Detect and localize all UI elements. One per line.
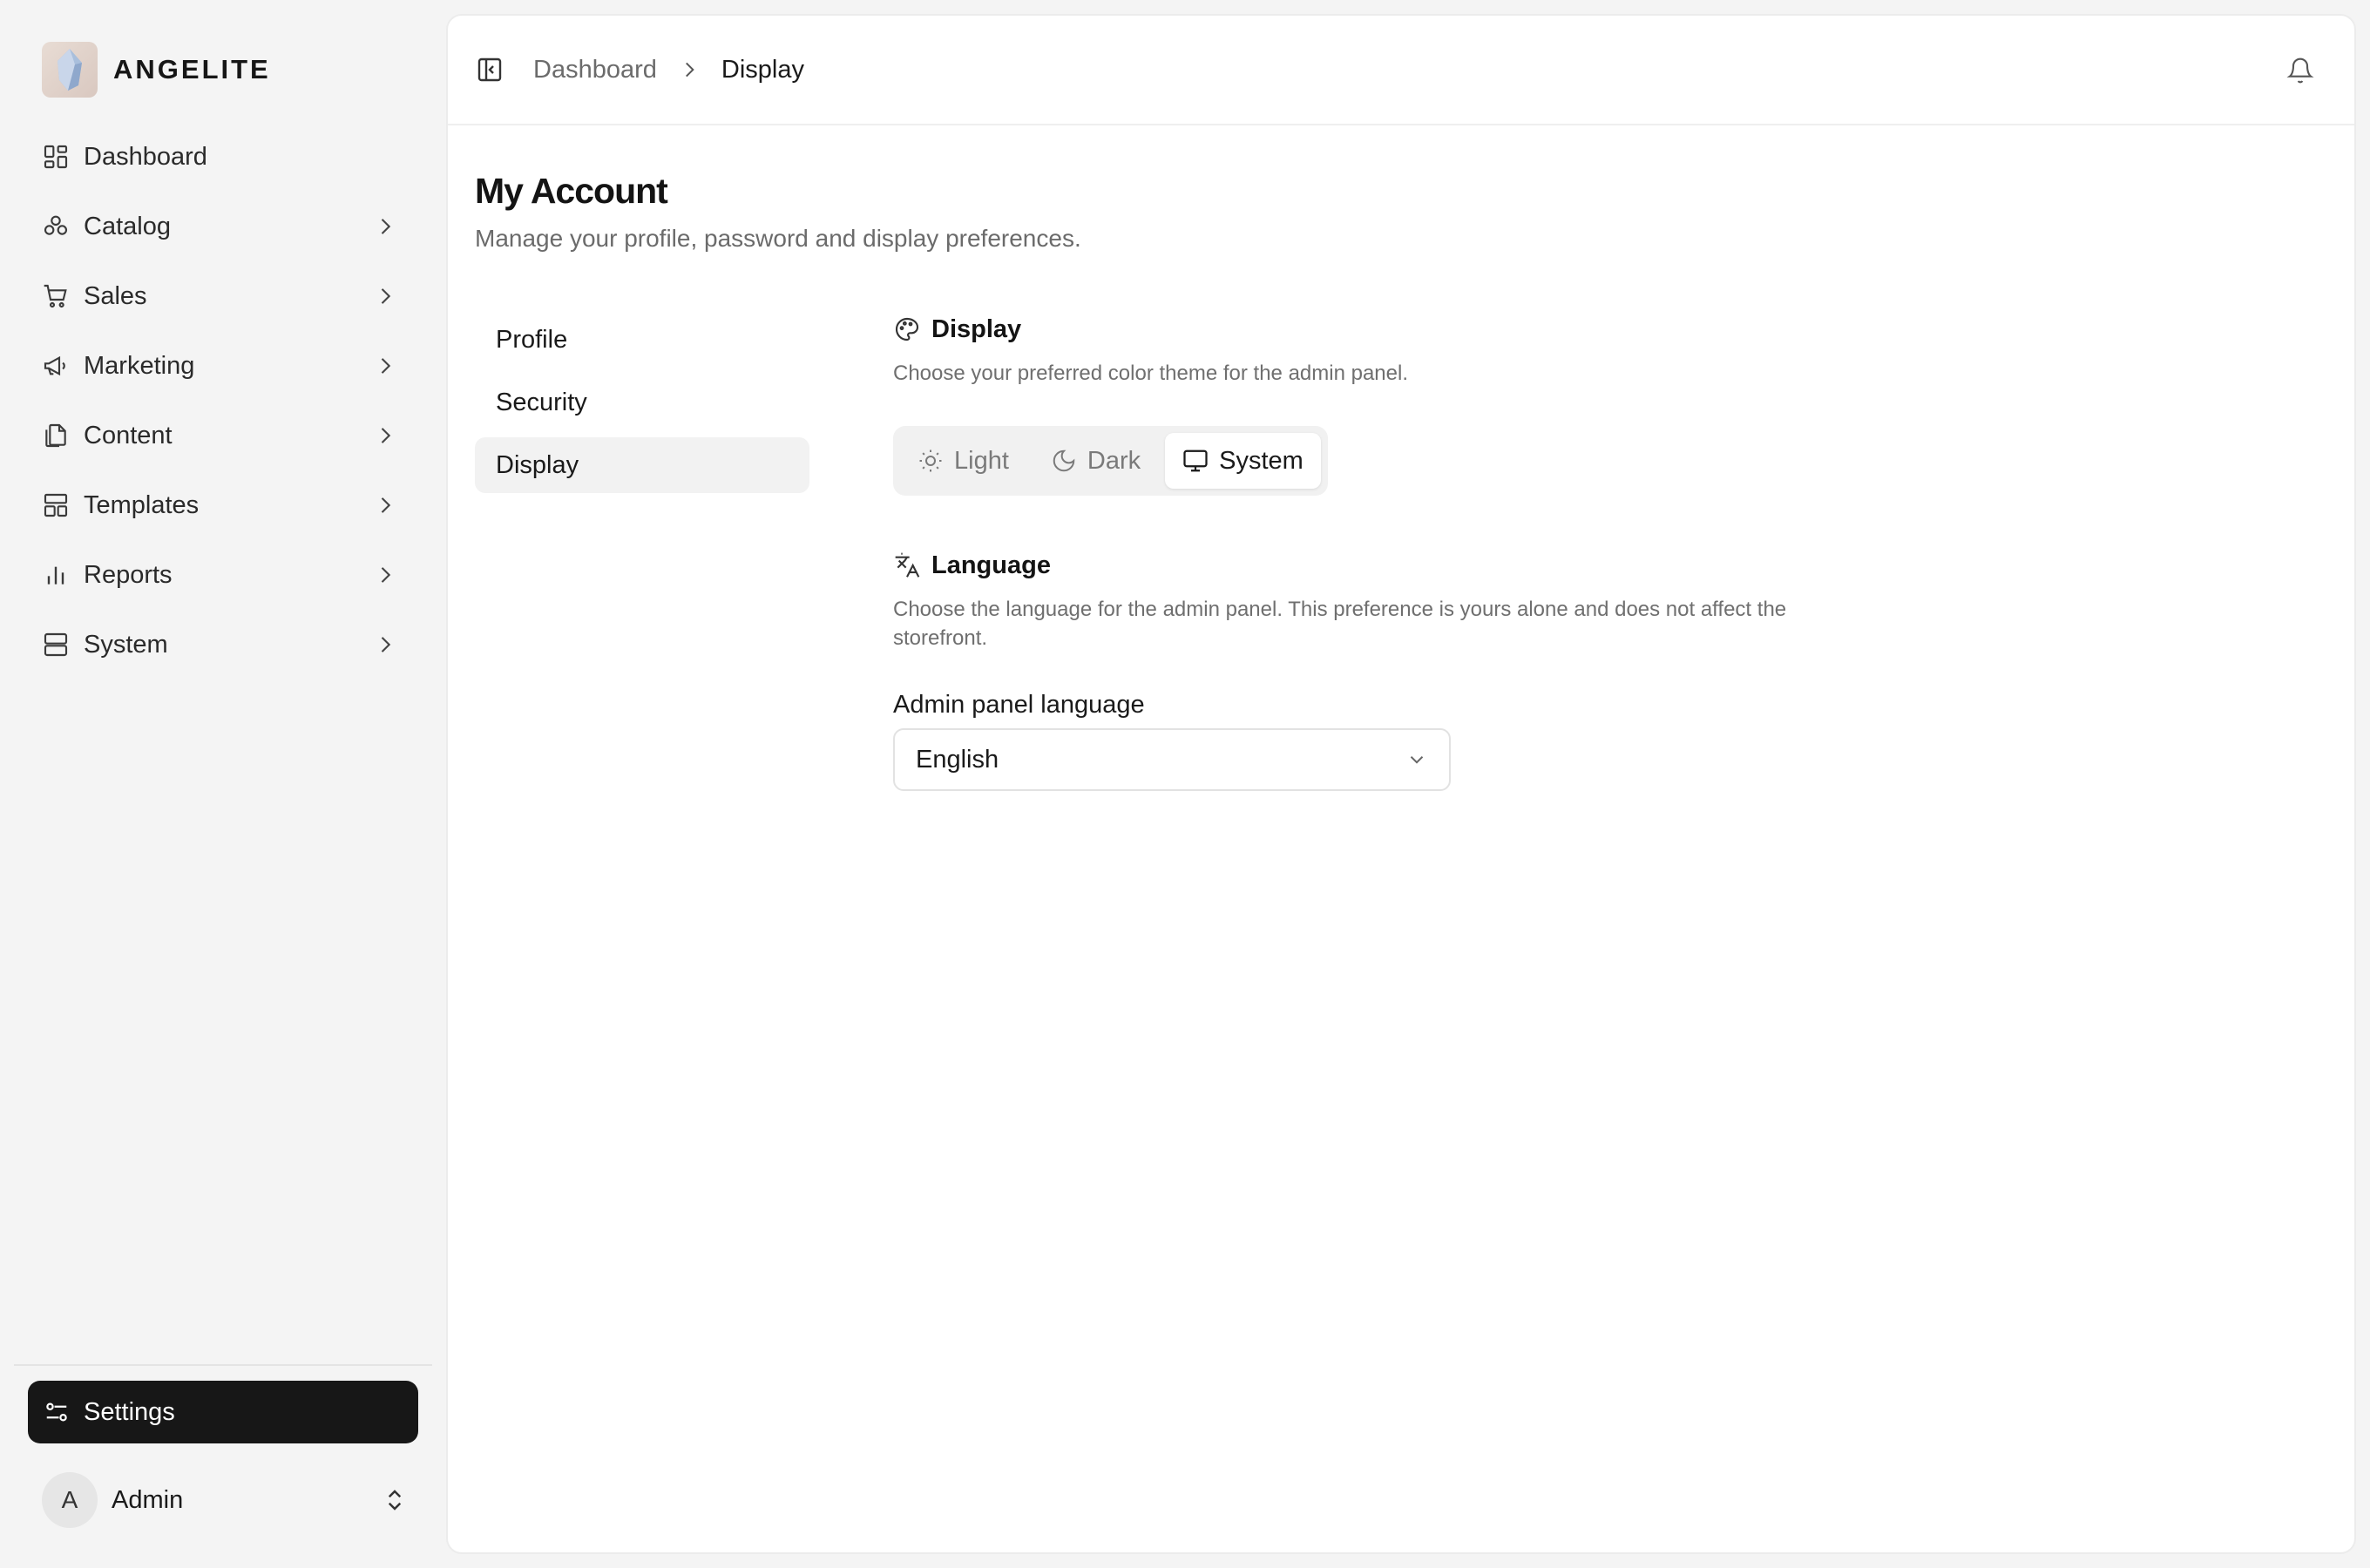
account-subnav: Profile Security Display bbox=[475, 312, 809, 500]
language-section-description: Choose the language for the admin panel.… bbox=[893, 598, 1787, 650]
translate-icon bbox=[893, 551, 921, 579]
palette-icon bbox=[893, 315, 921, 343]
breadcrumb-separator-icon bbox=[678, 58, 701, 81]
page-subtitle: Manage your profile, password and displa… bbox=[475, 225, 1081, 252]
user-name: Admin bbox=[112, 1485, 184, 1514]
avatar: A bbox=[42, 1472, 98, 1528]
user-menu[interactable]: A Admin bbox=[42, 1472, 408, 1528]
sidebar-divider bbox=[14, 1364, 432, 1366]
settings-label: Settings bbox=[84, 1397, 175, 1426]
bell-icon[interactable] bbox=[2286, 57, 2314, 84]
sidebar-item-marketing[interactable]: Marketing bbox=[28, 331, 411, 401]
theme-option-label: Dark bbox=[1087, 446, 1141, 475]
files-icon bbox=[42, 422, 70, 449]
settings-content: Display Choose your preferred color them… bbox=[893, 312, 1852, 791]
sidebar-item-label: Reports bbox=[84, 560, 173, 589]
display-section-header: Display bbox=[893, 312, 1852, 347]
subnav-item-profile[interactable]: Profile bbox=[475, 312, 809, 368]
sidebar-item-label: Sales bbox=[84, 281, 147, 310]
admin-language-select[interactable]: English bbox=[893, 728, 1451, 791]
monitor-icon bbox=[1182, 448, 1209, 474]
sidebar-item-label: Content bbox=[84, 421, 173, 449]
sidebar-item-content[interactable]: Content bbox=[28, 401, 411, 470]
chevron-right-icon bbox=[373, 284, 397, 308]
chevron-right-icon bbox=[373, 632, 397, 657]
sidebar-item-catalog[interactable]: Catalog bbox=[28, 192, 411, 261]
moon-icon bbox=[1051, 448, 1077, 474]
chevrons-up-down-icon bbox=[382, 1487, 408, 1513]
server-icon bbox=[42, 631, 70, 659]
theme-option-dark[interactable]: Dark bbox=[1033, 433, 1158, 489]
sidebar-item-label: Catalog bbox=[84, 212, 171, 240]
sidebar-toggle-icon[interactable] bbox=[476, 56, 504, 84]
main-panel: Dashboard Display My Account Manage your… bbox=[446, 14, 2356, 1554]
chevron-right-icon bbox=[373, 214, 397, 239]
theme-option-label: Light bbox=[954, 446, 1009, 475]
sidebar-item-label: System bbox=[84, 630, 168, 659]
page-title: My Account bbox=[475, 171, 668, 211]
sidebar-item-sales[interactable]: Sales bbox=[28, 261, 411, 331]
theme-option-label: System bbox=[1219, 446, 1304, 475]
settings-button[interactable]: Settings bbox=[28, 1381, 418, 1443]
theme-option-system[interactable]: System bbox=[1165, 433, 1321, 489]
sidebar-item-label: Templates bbox=[84, 490, 200, 519]
sidebar-item-dashboard[interactable]: Dashboard bbox=[28, 122, 411, 192]
language-section-header: Language bbox=[893, 548, 1852, 583]
dashboard-icon bbox=[42, 143, 70, 171]
sidebar-item-label: Marketing bbox=[84, 351, 195, 380]
brand-name: ANGELITE bbox=[113, 54, 271, 84]
breadcrumb-dashboard[interactable]: Dashboard bbox=[533, 56, 657, 84]
brand-logo bbox=[42, 42, 98, 98]
subnav-item-security[interactable]: Security bbox=[475, 375, 809, 430]
sidebar-item-templates[interactable]: Templates bbox=[28, 470, 411, 540]
language-section: Language Choose the language for the adm… bbox=[893, 548, 1852, 791]
chevron-right-icon bbox=[373, 354, 397, 378]
sliders-icon bbox=[44, 1399, 70, 1425]
display-section-title: Display bbox=[931, 314, 1022, 343]
breadcrumb-current: Display bbox=[721, 55, 804, 84]
sidebar-nav: Dashboard Catalog Sales Marketing Conten… bbox=[28, 122, 411, 679]
language-section-title: Language bbox=[931, 551, 1051, 579]
sidebar-item-system[interactable]: System bbox=[28, 610, 411, 679]
theme-toggle: Light Dark System bbox=[893, 426, 1328, 496]
cart-icon bbox=[42, 282, 70, 310]
catalog-icon bbox=[42, 213, 70, 240]
top-bar: Dashboard Display bbox=[448, 16, 2354, 125]
chart-icon bbox=[42, 561, 70, 589]
chevron-right-icon bbox=[373, 423, 397, 448]
display-section: Display Choose your preferred color them… bbox=[893, 312, 1852, 496]
sidebar: ANGELITE Dashboard Catalog Sales Marketi… bbox=[0, 0, 446, 1568]
chevron-right-icon bbox=[373, 493, 397, 517]
theme-option-light[interactable]: Light bbox=[900, 433, 1026, 489]
admin-language-label: Admin panel language bbox=[893, 691, 1145, 719]
subnav-item-display[interactable]: Display bbox=[475, 437, 809, 493]
display-section-description: Choose your preferred color theme for th… bbox=[893, 362, 1408, 385]
brand[interactable]: ANGELITE bbox=[42, 42, 271, 98]
layout-icon bbox=[42, 491, 70, 519]
chevron-right-icon bbox=[373, 563, 397, 587]
sidebar-item-reports[interactable]: Reports bbox=[28, 540, 411, 610]
select-value: English bbox=[916, 745, 999, 774]
megaphone-icon bbox=[42, 352, 70, 380]
sidebar-item-label: Dashboard bbox=[84, 142, 207, 171]
sun-icon bbox=[918, 448, 944, 474]
chevron-down-icon bbox=[1405, 748, 1428, 771]
